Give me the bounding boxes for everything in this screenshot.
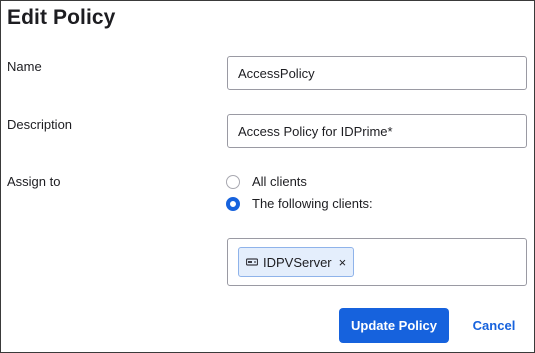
name-input[interactable]: [227, 56, 527, 90]
name-label: Name: [7, 59, 42, 74]
clients-select-field[interactable]: IDPVServer ×: [227, 238, 527, 286]
description-label: Description: [7, 117, 73, 132]
server-icon: [245, 256, 259, 268]
radio-button-unchecked[interactable]: [226, 174, 240, 189]
radio-following-clients[interactable]: The following clients:: [226, 196, 373, 211]
radio-all-clients[interactable]: All clients: [226, 174, 307, 189]
client-chip-label: IDPVServer: [263, 254, 332, 270]
edit-policy-dialog: Edit Policy Name Description Assign to A…: [0, 0, 535, 353]
dialog-title: Edit Policy: [7, 6, 116, 29]
client-chip: IDPVServer ×: [238, 247, 355, 277]
update-policy-button[interactable]: Update Policy: [339, 308, 449, 343]
radio-button-checked[interactable]: [226, 196, 240, 211]
radio-all-clients-label: All clients: [252, 174, 307, 189]
description-input[interactable]: [227, 114, 527, 148]
radio-following-clients-label: The following clients:: [252, 196, 373, 211]
cancel-button[interactable]: Cancel: [464, 308, 524, 343]
assign-to-label: Assign to: [7, 174, 61, 189]
remove-client-icon[interactable]: ×: [339, 255, 347, 270]
